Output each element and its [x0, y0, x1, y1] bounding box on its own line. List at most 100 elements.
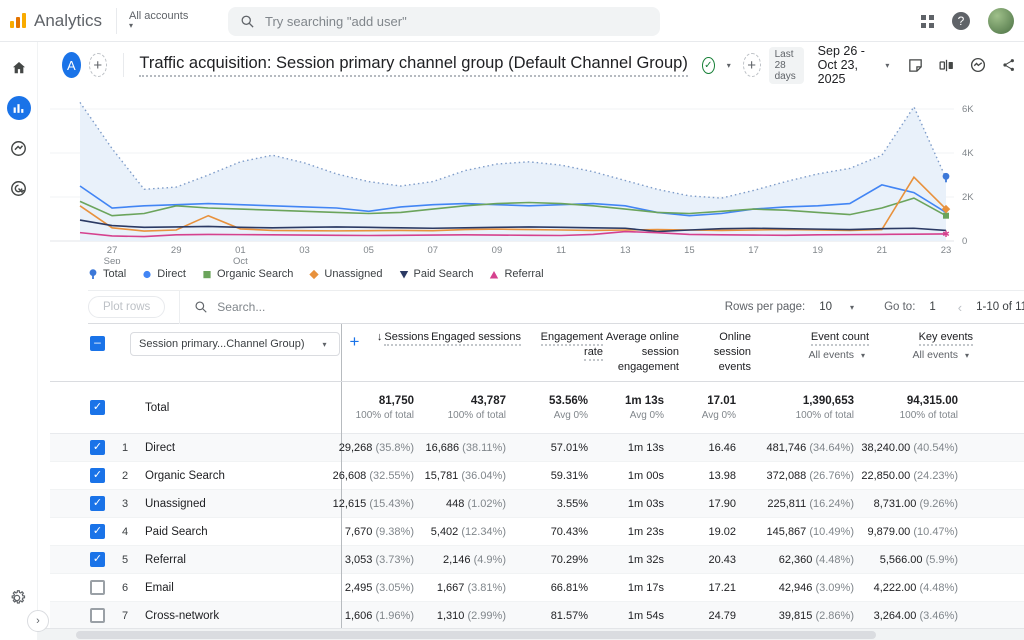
divider [179, 291, 180, 324]
column-label: Sessions [384, 331, 429, 346]
column-header-key-events[interactable]: Key eventsAll events ▾ [869, 330, 973, 375]
metric-cell: 39,815 (2.86%) [736, 610, 854, 622]
pagination-range: 1-10 of 11 [976, 301, 1024, 313]
diamond-marker-icon [309, 269, 319, 280]
metric-cell: 3.55% [506, 498, 588, 510]
legend-label: Total [103, 268, 126, 280]
goto-page-input[interactable]: 1 [929, 301, 935, 313]
sidebar-item-reports[interactable] [7, 96, 31, 120]
help-icon[interactable]: ? [952, 12, 970, 30]
advertising-icon [9, 179, 28, 198]
pin-marker-icon [88, 269, 98, 280]
report-title[interactable]: Traffic acquisition: Session primary cha… [139, 54, 687, 77]
line-chart[interactable]: 6K4K2K0✱27Sep2901Oct03050709111315171921… [38, 88, 1006, 264]
metric-cell: 1,390,653100% of total [736, 395, 854, 421]
apps-grid-icon[interactable] [921, 15, 934, 28]
compare-icon [938, 57, 955, 74]
metric-cell: 57.01% [506, 442, 588, 454]
legend-item-total[interactable]: Total [88, 268, 126, 280]
dimension-selector[interactable]: Session primary...Channel Group) ▾ [130, 332, 340, 356]
sidebar-item-advertising[interactable] [7, 176, 31, 200]
svg-text:27: 27 [107, 245, 118, 256]
row-checkbox[interactable]: ✓ [90, 524, 105, 539]
global-search-input[interactable]: Try searching "add user" [228, 7, 660, 36]
row-checkbox[interactable]: ✓ [90, 552, 105, 567]
add-metric-button[interactable]: + [743, 53, 761, 77]
chevron-down-icon[interactable]: ▾ [850, 303, 854, 312]
row-checkbox[interactable]: ✓ [90, 468, 105, 483]
legend-item-paid-search[interactable]: Paid Search [399, 268, 474, 280]
plot-rows-button[interactable]: Plot rows [88, 296, 165, 318]
row-checkbox[interactable]: ✓ [90, 440, 105, 455]
compare-button[interactable] [938, 57, 955, 74]
metric-cell: 145,867 (10.49%) [736, 526, 854, 538]
legend-item-unassigned[interactable]: Unassigned [309, 268, 382, 280]
svg-text:✱: ✱ [942, 229, 950, 239]
metric-cell: 59.31% [506, 470, 588, 482]
column-header-average-online-session-engagement[interactable]: Average online session engagement [603, 330, 679, 375]
column-header-event-count[interactable]: Event countAll events ▾ [751, 330, 869, 375]
event-filter-dropdown[interactable]: All events ▾ [869, 348, 973, 362]
table-row-referral[interactable]: ✓5Referral3,053 (3.73%)2,146 (4.9%)70.29… [50, 546, 1024, 574]
row-checkbox[interactable] [90, 580, 105, 595]
account-switcher[interactable]: All accounts ▾ [129, 10, 188, 31]
table-row-email[interactable]: 6Email2,495 (3.05%)1,667 (3.81%)66.81%1m… [50, 574, 1024, 602]
column-header-engaged-sessions[interactable]: Engaged sessions [429, 330, 521, 375]
user-avatar[interactable] [988, 8, 1014, 34]
svg-text:15: 15 [684, 245, 695, 256]
insights-button[interactable] [969, 56, 987, 74]
metric-cell: 7,670 (9.38%) [326, 526, 414, 538]
sidebar-item-home[interactable] [7, 56, 31, 80]
channel-name: Referral [145, 554, 326, 566]
date-range-selector[interactable]: Sep 26 - Oct 23, 2025 [818, 44, 868, 86]
analytics-logo-icon[interactable] [10, 13, 26, 28]
table-row-direct[interactable]: ✓1Direct29,268 (35.8%)16,686 (38.11%)57.… [50, 434, 1024, 462]
table-header: – Session primary...Channel Group) ▾ + ↓… [50, 324, 1024, 382]
chevron-down-icon[interactable]: ▾ [727, 61, 731, 70]
expand-nav-button[interactable]: › [27, 610, 49, 632]
rows-per-page-value[interactable]: 10 [819, 301, 832, 313]
metric-cell: 81,750100% of total [326, 395, 414, 421]
chart-legend: Total Direct Organic Search Unassigned Paid … [88, 268, 544, 280]
add-comparison-button[interactable]: + [89, 53, 107, 77]
legend-item-direct[interactable]: Direct [142, 268, 186, 280]
row-checkbox[interactable]: ✓ [90, 496, 105, 511]
column-header-engagement-rate[interactable]: Engagement rate [521, 330, 603, 375]
row-number: 2 [105, 470, 145, 482]
chevron-down-icon: ▾ [965, 351, 969, 360]
legend-item-organic-search[interactable]: Organic Search [202, 268, 293, 280]
sidebar-item-explore[interactable] [7, 136, 31, 160]
chevron-down-icon[interactable]: ▾ [885, 61, 889, 70]
home-icon [10, 59, 28, 77]
share-button[interactable] [1001, 57, 1017, 73]
scrollbar-thumb[interactable] [76, 631, 876, 639]
report-avatar-badge[interactable]: A [62, 52, 81, 78]
table-row-cross-network[interactable]: 7Cross-network1,606 (1.96%)1,310 (2.99%)… [50, 602, 1024, 630]
metric-cell: 17.90 [664, 498, 736, 510]
prev-page-button[interactable]: ‹ [958, 300, 962, 315]
column-header-sessions[interactable]: ↓Sessions [341, 330, 429, 375]
notes-button[interactable] [907, 57, 924, 74]
app-name: Analytics [34, 11, 102, 31]
column-header-online-session-events[interactable]: Online session events [679, 330, 751, 375]
legend-item-referral[interactable]: Referral [489, 268, 543, 280]
metric-cell: 1,667 (3.81%) [414, 582, 506, 594]
horizontal-scrollbar[interactable] [38, 628, 1024, 640]
select-all-checkbox[interactable]: – [90, 336, 105, 351]
row-checkbox[interactable]: ✓ [90, 400, 105, 415]
column-label: Engagement rate [541, 331, 603, 361]
table-row-unassigned[interactable]: ✓3Unassigned12,615 (15.43%)448 (1.02%)3.… [50, 490, 1024, 518]
table-row-organic-search[interactable]: ✓2Organic Search26,608 (32.55%)15,781 (3… [50, 462, 1024, 490]
metric-cell: 1m 17s [588, 582, 664, 594]
row-label: Total [145, 402, 326, 414]
traffic-chart[interactable]: 6K4K2K0✱27Sep2901Oct03050709111315171921… [38, 88, 1024, 284]
metric-cell: 8,731.00 (9.26%) [854, 498, 958, 510]
circle-marker-icon [142, 269, 152, 280]
report-saved-check-icon[interactable]: ✓ [702, 57, 715, 74]
row-checkbox[interactable] [90, 608, 105, 623]
metric-cell: 70.29% [506, 554, 588, 566]
table-search-input[interactable]: Search... [194, 300, 265, 314]
admin-settings-button[interactable] [8, 589, 26, 612]
table-row-paid-search[interactable]: ✓4Paid Search7,670 (9.38%)5,402 (12.34%)… [50, 518, 1024, 546]
event-filter-dropdown[interactable]: All events ▾ [751, 348, 869, 362]
